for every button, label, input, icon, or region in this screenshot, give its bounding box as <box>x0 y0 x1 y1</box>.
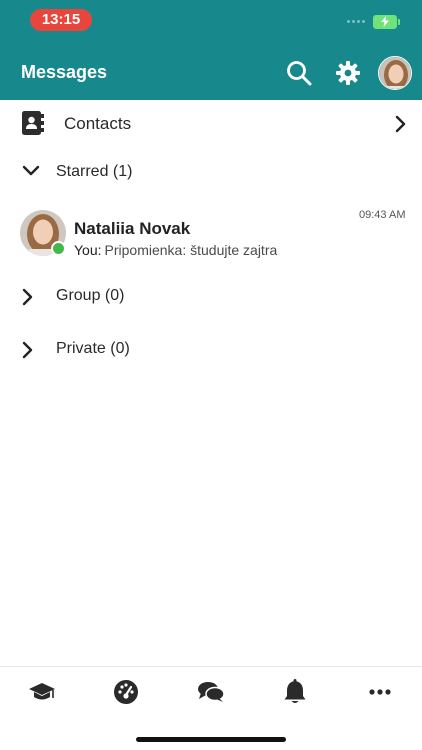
section-private-label: Private (0) <box>56 340 130 357</box>
section-starred-label: Starred (1) <box>56 163 133 180</box>
dashboard-gauge-icon <box>114 680 138 704</box>
tab-messages[interactable] <box>196 677 226 707</box>
gear-icon <box>336 61 360 85</box>
conversation-time: 09:43 AM <box>359 209 406 221</box>
section-group[interactable]: Group (0) <box>0 276 422 316</box>
more-dots-icon <box>369 689 391 695</box>
bottom-navigation <box>0 666 422 716</box>
avatar[interactable] <box>378 56 412 90</box>
conversation-name: Nataliia Novak <box>74 219 191 238</box>
battery-icon <box>373 15 400 29</box>
search-button[interactable] <box>284 58 314 88</box>
bell-icon <box>284 679 306 703</box>
chevron-right-icon <box>395 115 406 133</box>
search-icon <box>287 61 312 86</box>
conversation-preview: You: Pripomienka: študujte zajtra <box>74 242 277 258</box>
signal-icon <box>347 20 365 23</box>
tab-more[interactable] <box>365 677 395 707</box>
section-starred[interactable]: Starred (1) <box>0 152 422 192</box>
last-message-text: Pripomienka: študujte zajtra <box>104 242 278 258</box>
tab-dashboard[interactable] <box>111 677 141 707</box>
user-avatar-icon <box>379 57 411 89</box>
chevron-right-icon <box>22 341 33 359</box>
page-title: Messages <box>21 62 108 82</box>
sender-prefix: You: <box>74 242 102 258</box>
online-status-indicator <box>51 241 66 256</box>
address-book-icon <box>22 111 44 135</box>
settings-button[interactable] <box>333 58 363 88</box>
home-indicator[interactable] <box>136 737 286 742</box>
chevron-down-icon <box>22 165 40 176</box>
contacts-row[interactable]: Contacts <box>0 100 422 146</box>
chevron-right-icon <box>22 288 33 306</box>
section-group-label: Group (0) <box>56 287 125 304</box>
tab-notifications[interactable] <box>280 677 310 707</box>
graduation-cap-icon <box>29 683 55 700</box>
app-header: 13:15 Messages <box>0 0 422 100</box>
conversation-item[interactable]: Nataliia Novak You: Pripomienka: študujte… <box>0 202 422 268</box>
contacts-label: Contacts <box>64 114 132 133</box>
tab-courses[interactable] <box>27 677 57 707</box>
status-time: 13:15 <box>30 9 92 31</box>
chat-bubbles-icon <box>198 682 225 702</box>
section-private[interactable]: Private (0) <box>0 329 422 369</box>
